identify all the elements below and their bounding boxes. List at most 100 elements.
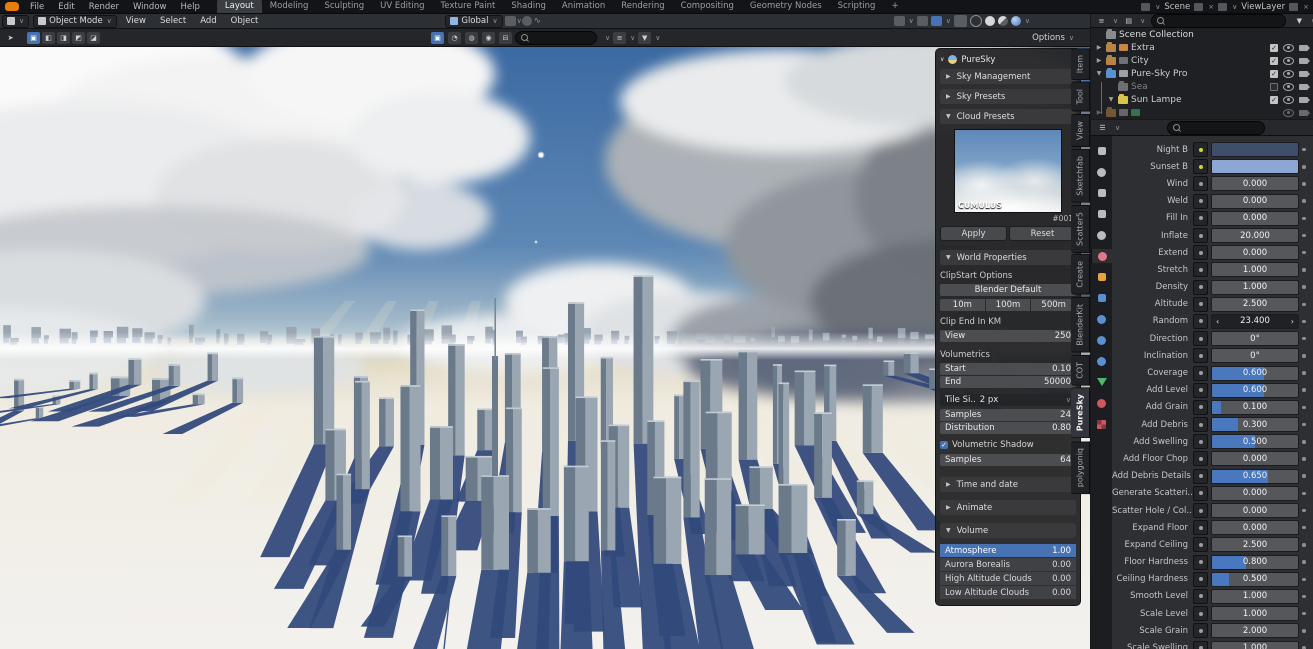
animate-toggle[interactable]	[1193, 245, 1208, 260]
display-mode-icon[interactable]: ≡	[613, 32, 626, 44]
decorator-dot[interactable]	[1299, 595, 1309, 599]
sidebar-tab-cot[interactable]: COT	[1071, 355, 1090, 386]
hide-viewport-icon[interactable]	[1283, 70, 1294, 78]
properties-search-input[interactable]	[1167, 121, 1265, 135]
proportional-edit-icon[interactable]	[522, 16, 532, 26]
properties-tab-modifiers[interactable]	[1091, 291, 1112, 305]
tool-search-input[interactable]	[515, 31, 597, 45]
snap-magnet-icon[interactable]	[505, 16, 516, 26]
orientation-dropdown[interactable]: Global ∨	[445, 15, 502, 28]
properties-tab-object[interactable]	[1091, 270, 1112, 284]
sidebar-tab-create[interactable]: Create	[1071, 254, 1090, 295]
animate-toggle[interactable]	[1193, 537, 1208, 552]
blender-logo-icon[interactable]	[5, 2, 19, 11]
animate-toggle[interactable]	[1193, 417, 1208, 432]
hide-viewport-icon[interactable]	[1283, 57, 1294, 65]
outliner-search-input[interactable]	[1151, 14, 1286, 28]
properties-tab-particles[interactable]	[1091, 312, 1112, 326]
decrement-arrow[interactable]: ‹	[1216, 317, 1219, 326]
filter-funnel-icon[interactable]: ▼	[638, 32, 651, 44]
clip-button-500m[interactable]: 500m	[1031, 299, 1076, 311]
property-slider[interactable]: 0.000	[1211, 194, 1299, 209]
animate-toggle[interactable]	[1193, 228, 1208, 243]
new-viewlayer-icon[interactable]	[1289, 3, 1298, 11]
select-box-icon[interactable]: ▣	[27, 32, 40, 44]
scene-name[interactable]: Scene	[1164, 2, 1190, 12]
tile-size-dropdown[interactable]: Tile Si.. 2 px ∨	[940, 394, 1076, 406]
decorator-dot[interactable]	[1299, 268, 1309, 272]
selectable-checkbox[interactable]: ✓	[1270, 96, 1278, 104]
property-slider[interactable]: 0.300	[1211, 417, 1299, 432]
volumetric-shadow-checkbox[interactable]: ✓ Volumetric Shadow	[940, 439, 1076, 451]
animate-toggle[interactable]	[1193, 331, 1208, 346]
animate-toggle[interactable]	[1193, 434, 1208, 449]
property-slider[interactable]: 0.000	[1211, 245, 1299, 260]
volume-slider-atmosphere[interactable]: Atmosphere1.00	[940, 544, 1076, 557]
menu-help[interactable]: Help	[173, 0, 206, 13]
section-animate[interactable]: ▶ Animate	[940, 500, 1076, 515]
decorator-dot[interactable]	[1299, 440, 1309, 444]
animate-toggle[interactable]	[1193, 623, 1208, 638]
decorator-dot[interactable]	[1299, 423, 1309, 427]
property-slider[interactable]: 2.500	[1211, 297, 1299, 312]
section-time-and-date[interactable]: ▶ Time and date	[940, 477, 1076, 492]
volumetrics-field-start[interactable]: Start0.10	[940, 363, 1076, 375]
outliner-row-pure-sky-pro[interactable]: ▼Pure-Sky Pro✓	[1091, 67, 1313, 80]
new-scene-icon[interactable]	[1194, 3, 1203, 11]
decorator-dot[interactable]	[1299, 492, 1309, 496]
animate-toggle[interactable]	[1193, 589, 1208, 604]
decorator-dot[interactable]	[1299, 251, 1309, 255]
decorator-dot[interactable]	[1299, 526, 1309, 530]
restrict-viewport-icon[interactable]: ◉	[482, 32, 495, 44]
property-slider[interactable]: 0.000	[1211, 503, 1299, 518]
property-slider[interactable]: 0.000	[1211, 176, 1299, 191]
property-slider[interactable]: 0.000	[1211, 451, 1299, 466]
animate-toggle[interactable]	[1193, 520, 1208, 535]
decorator-dot[interactable]	[1299, 182, 1309, 186]
disable-render-icon[interactable]	[1299, 58, 1308, 64]
workspace-tab--[interactable]: +	[883, 0, 906, 13]
property-slider[interactable]: 0.800	[1211, 555, 1299, 570]
outliner-filter-collection-icon[interactable]: ▤	[1122, 15, 1135, 27]
workspace-tab-modeling[interactable]: Modeling	[262, 0, 317, 13]
clip-button-10m[interactable]: 10m	[940, 299, 985, 311]
properties-tab-view-layer[interactable]	[1091, 207, 1112, 221]
decorator-dot[interactable]	[1299, 629, 1309, 633]
editor-type-button[interactable]: ∨	[2, 15, 29, 28]
workspace-tab-geometry-nodes[interactable]: Geometry Nodes	[742, 0, 830, 13]
workspace-tab-texture-paint[interactable]: Texture Paint	[433, 0, 504, 13]
section-sky-management[interactable]: ▶Sky Management	[940, 69, 1076, 84]
blender-default-button[interactable]: Blender Default	[940, 284, 1076, 296]
decorator-dot[interactable]	[1299, 148, 1309, 152]
property-slider[interactable]: 20.000	[1211, 228, 1299, 243]
property-slider[interactable]	[1211, 142, 1299, 157]
hide-viewport-icon[interactable]	[1283, 83, 1294, 91]
decorator-dot[interactable]	[1299, 337, 1309, 341]
apply-button[interactable]: Apply	[940, 226, 1007, 241]
properties-tab-world[interactable]	[1091, 249, 1113, 263]
viewport-menu-view[interactable]: View	[119, 15, 153, 28]
animate-toggle[interactable]	[1193, 572, 1208, 587]
xray-icon[interactable]	[931, 16, 942, 26]
cloud-preset-preview[interactable]: CUMULUS #001	[954, 129, 1062, 213]
increment-arrow[interactable]: ›	[1291, 317, 1294, 326]
menu-edit[interactable]: Edit	[51, 0, 81, 13]
property-slider[interactable]: 0.000	[1211, 211, 1299, 226]
options-dropdown[interactable]: Options ∨	[1032, 33, 1074, 43]
property-slider[interactable]: ‹23.400›	[1211, 314, 1299, 329]
select-subtract-icon[interactable]: ◪	[87, 32, 100, 44]
hide-viewport-icon[interactable]	[1283, 44, 1294, 52]
viewport-3d[interactable]	[0, 46, 1090, 649]
workspace-tab-compositing[interactable]: Compositing	[673, 0, 742, 13]
property-slider[interactable]: 0.000	[1211, 520, 1299, 535]
sidebar-tab-item[interactable]: Item	[1071, 48, 1090, 80]
shading-solid-icon[interactable]	[985, 16, 995, 26]
view-distance-field[interactable]: View 250	[940, 330, 1076, 342]
property-slider[interactable]	[1211, 159, 1299, 174]
animate-toggle[interactable]	[1193, 383, 1208, 398]
property-slider[interactable]: 0.000	[1211, 486, 1299, 501]
outliner-row-scene-collection[interactable]: Scene Collection	[1091, 28, 1313, 41]
menu-file[interactable]: File	[23, 0, 51, 13]
animate-toggle[interactable]	[1193, 176, 1208, 191]
gizmo-dropdown-icon[interactable]	[894, 16, 905, 26]
